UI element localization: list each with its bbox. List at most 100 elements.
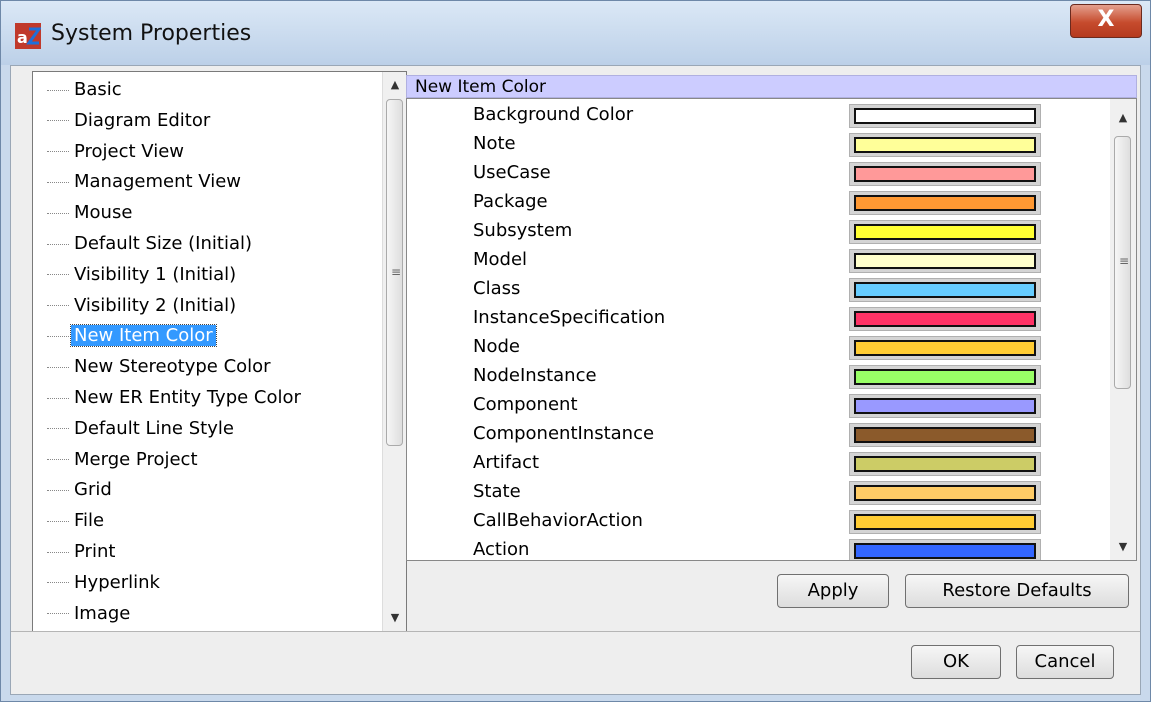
color-row-label: State: [473, 481, 521, 502]
color-row: Model: [407, 247, 1107, 276]
tree-item-label: Mouse: [74, 202, 133, 224]
color-swatch-button[interactable]: [849, 336, 1041, 360]
color-row-label: CallBehaviorAction: [473, 510, 643, 531]
tree-item-label: New ER Entity Type Color: [74, 387, 301, 408]
tree-item[interactable]: Management View: [47, 171, 244, 199]
table-scroll-thumb[interactable]: ≡: [1114, 136, 1131, 389]
tree-item[interactable]: File: [47, 510, 107, 538]
tree-item-label: Print: [74, 541, 116, 562]
tree-item[interactable]: Print: [47, 541, 118, 569]
color-swatch: [854, 137, 1036, 153]
color-row: Artifact: [407, 450, 1107, 479]
color-swatch: [854, 340, 1036, 356]
color-row: InstanceSpecification: [407, 305, 1107, 334]
color-swatch-button[interactable]: [849, 104, 1041, 128]
tree-item[interactable]: Merge Project: [47, 449, 201, 477]
color-swatch-button[interactable]: [849, 220, 1041, 244]
cancel-button[interactable]: Cancel: [1016, 645, 1114, 679]
tree-item[interactable]: Basic: [47, 79, 125, 107]
color-swatch-button[interactable]: [849, 394, 1041, 418]
color-swatch-button[interactable]: [849, 481, 1041, 505]
restore-defaults-button[interactable]: Restore Defaults: [905, 574, 1129, 608]
color-row-label: Package: [473, 191, 548, 212]
color-swatch-button[interactable]: [849, 539, 1041, 560]
window-title: System Properties: [51, 21, 252, 46]
color-swatch-button[interactable]: [849, 510, 1041, 534]
tree-item[interactable]: Default Size (Initial): [47, 233, 255, 261]
system-properties-window: a System Properties X Basic Diagram Edito…: [0, 0, 1151, 702]
scroll-up-icon[interactable]: ▲: [1110, 107, 1136, 129]
color-row: Subsystem: [407, 218, 1107, 247]
tree-item-label: Hyperlink: [74, 571, 160, 593]
color-swatch-button[interactable]: [849, 365, 1041, 389]
tree-item-label: New Item Color: [70, 324, 217, 348]
tree-scrollbar[interactable]: ▲ ≡ ▼: [382, 72, 406, 631]
tree-item[interactable]: Hyperlink: [47, 572, 163, 600]
color-swatch-button[interactable]: [849, 278, 1041, 302]
color-row-label: Subsystem: [473, 220, 573, 241]
tree-connector: [47, 428, 69, 430]
tree-item[interactable]: Grid: [47, 479, 115, 507]
color-swatch: [854, 195, 1036, 211]
color-row-label: UseCase: [473, 162, 551, 183]
tree-item[interactable]: New Stereotype Color: [47, 356, 274, 384]
color-row: ComponentInstance: [407, 421, 1107, 450]
tree-item-label: Default Size (Initial): [74, 233, 253, 254]
table-scroll-track[interactable]: ▲ ≡ ▼: [1110, 99, 1136, 560]
color-table: Background Color Note UseCase Package Subsys…: [406, 98, 1137, 561]
astah-logo-icon: a: [15, 23, 41, 49]
tree-item[interactable]: Project View: [47, 141, 187, 169]
table-scrollbar[interactable]: ▲ ≡ ▼: [1110, 99, 1136, 560]
tree-item-label: Diagram Editor: [74, 109, 211, 131]
color-row: UseCase: [407, 160, 1107, 189]
tree-item[interactable]: New Item Color: [47, 324, 217, 353]
scroll-down-icon[interactable]: ▼: [383, 607, 406, 629]
color-swatch-button[interactable]: [849, 249, 1041, 273]
tree-item[interactable]: Diagram Editor: [47, 110, 213, 138]
color-row: Node: [407, 334, 1107, 363]
tree-item[interactable]: Visibility 2 (Initial): [47, 295, 239, 323]
tree-connector: [47, 243, 69, 245]
color-row-label: Background Color: [473, 104, 634, 125]
color-row: Package: [407, 189, 1107, 218]
close-icon: X: [1097, 7, 1115, 32]
color-swatch-button[interactable]: [849, 307, 1041, 331]
scroll-up-icon[interactable]: ▲: [383, 74, 406, 96]
color-swatch: [854, 166, 1036, 182]
tree-connector: [47, 520, 69, 522]
tree-connector: [47, 89, 69, 91]
tree-item[interactable]: Mouse: [47, 202, 135, 230]
tree-item-label: New Stereotype Color: [74, 356, 271, 378]
tree-connector: [47, 582, 69, 584]
scroll-down-icon[interactable]: ▼: [1110, 536, 1136, 558]
color-swatch: [854, 282, 1036, 298]
color-swatch-button[interactable]: [849, 133, 1041, 157]
tree-item[interactable]: Visibility 1 (Initial): [47, 264, 239, 292]
color-swatch-button[interactable]: [849, 162, 1041, 186]
color-row-label: ComponentInstance: [473, 423, 655, 444]
color-row-label: Model: [473, 249, 528, 270]
color-swatch-button[interactable]: [849, 191, 1041, 215]
color-row: Note: [407, 131, 1107, 160]
color-swatch: [854, 369, 1036, 385]
tree-item[interactable]: Default Line Style: [47, 418, 237, 446]
color-row: Action: [407, 537, 1107, 560]
color-swatch: [854, 543, 1036, 559]
tree-item-label: Visibility 1 (Initial): [74, 263, 237, 285]
color-swatch-button[interactable]: [849, 423, 1041, 447]
color-swatch-button[interactable]: [849, 452, 1041, 476]
ok-button[interactable]: OK: [911, 645, 1001, 679]
color-swatch: [854, 311, 1036, 327]
dialog-body: Basic Diagram Editor Project View Managemen…: [10, 65, 1141, 695]
apply-button[interactable]: Apply: [777, 574, 889, 608]
close-button[interactable]: X: [1070, 4, 1142, 38]
color-row: Component: [407, 392, 1107, 421]
color-row-label: NodeInstance: [473, 365, 597, 386]
footer-divider: [11, 631, 1140, 632]
color-swatch: [854, 456, 1036, 472]
tree-scroll-thumb[interactable]: ≡: [386, 99, 403, 446]
color-swatch: [854, 398, 1036, 414]
tree-connector: [47, 335, 69, 337]
tree-item[interactable]: Image: [47, 603, 133, 631]
tree-item[interactable]: New ER Entity Type Color: [47, 387, 304, 415]
